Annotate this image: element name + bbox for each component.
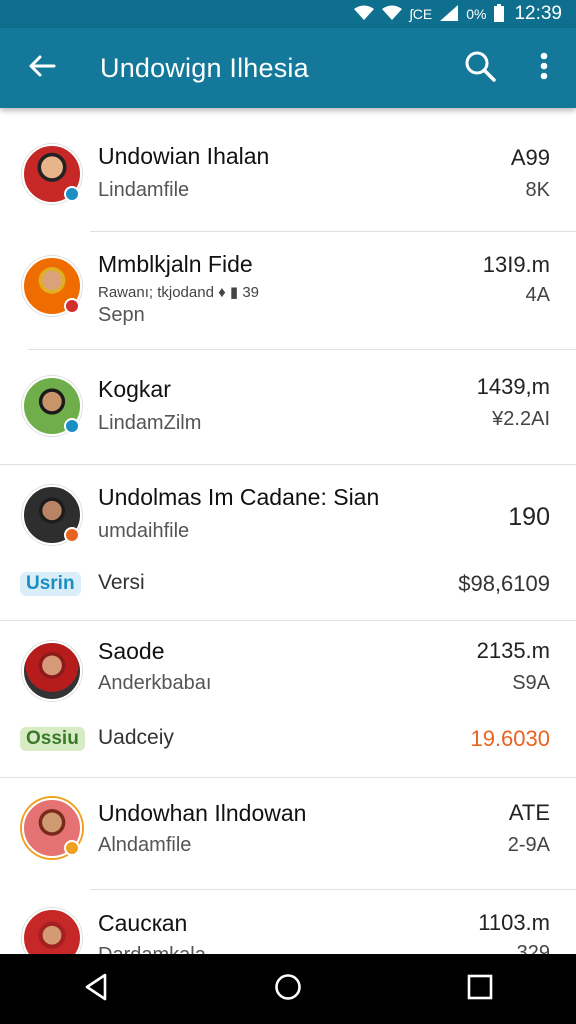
- contact-value-secondary: ¥2.2AI: [492, 408, 550, 430]
- contact-subtitle: Dardamkala: [98, 944, 206, 954]
- more-options-button[interactable]: [512, 28, 576, 108]
- battery-icon: [494, 3, 505, 25]
- contact-value-secondary: S9A: [512, 672, 550, 694]
- page-title: Undowign Ilhesia: [100, 52, 309, 83]
- contact-list: Undowian Ihalan Lindamfile A99 8K Mmblkj…: [0, 108, 576, 954]
- nav-home-button[interactable]: [248, 954, 328, 1024]
- status-badge: Usrin: [20, 572, 81, 596]
- nav-home-icon: [274, 973, 302, 1006]
- status-badge: Ossiu: [20, 727, 85, 751]
- badge-label: Versi: [98, 571, 145, 594]
- contact-name: Undolmas Im Cadane: Sian: [98, 484, 380, 510]
- avatar: [22, 908, 82, 954]
- arrow-left-icon: [28, 54, 56, 83]
- navigation-bar: [0, 954, 576, 1024]
- contact-value-secondary: 4A: [525, 284, 550, 306]
- wifi-icon: [353, 5, 374, 24]
- signal-text: ʃCE: [409, 6, 433, 22]
- contact-value: A99: [510, 145, 550, 170]
- search-button[interactable]: [448, 28, 512, 108]
- list-item[interactable]: Mmblkjaln Fide Rawanı; tkjodand ♦ ▮ 39 S…: [0, 232, 576, 350]
- avatar: [22, 798, 82, 858]
- status-dot: [64, 186, 80, 202]
- avatar: [22, 485, 82, 545]
- contact-value: 1103.m: [478, 910, 550, 935]
- contact-name: Kogkar: [98, 376, 171, 402]
- badge-value: $98,6109: [458, 571, 550, 596]
- status-dot: [64, 298, 80, 314]
- contact-value: 1439,m: [476, 374, 550, 399]
- app-bar: Undowign Ilhesia: [0, 28, 576, 108]
- contact-subtitle: Lindamfile: [98, 179, 190, 201]
- contact-name: Undowhan Ilndowan: [98, 800, 307, 826]
- contact-name: Mmblkjaln Fide: [98, 251, 253, 277]
- status-bar: ʃCE 0% 12:39: [0, 0, 576, 28]
- list-item[interactable]: Undowian Ihalan Lindamfile A99 8K: [0, 108, 576, 232]
- contact-subtitle: Anderkbabaı: [98, 672, 212, 694]
- search-icon: [464, 50, 496, 87]
- list-item[interactable]: Caucкan Dardamkala 1103.m 329: [0, 890, 576, 954]
- contact-subtitle: Alndamfile: [98, 834, 192, 856]
- list-item[interactable]: Undowhan Ilndowan Alndamfile ATE 2-9A: [0, 778, 576, 890]
- contact-value-secondary: 8K: [525, 179, 550, 201]
- contact-subtitle: umdaihfile: [98, 520, 190, 542]
- list-item[interactable]: Saode Anderkbabaı 2135.m S9A Ossiu Uadce…: [0, 621, 576, 778]
- contact-value-secondary: 2-9A: [507, 834, 550, 856]
- list-item[interactable]: Kogkar LindamZilm 1439,m ¥2.2AI: [0, 350, 576, 465]
- badge-value: 19.6030: [470, 726, 550, 751]
- back-button[interactable]: [0, 28, 84, 108]
- status-dot: [64, 527, 80, 543]
- avatar: [22, 256, 82, 316]
- badge-label: Uadceiy: [98, 726, 174, 749]
- contact-value: 190: [508, 503, 550, 531]
- status-dot: [64, 418, 80, 434]
- contact-value-secondary: 329: [516, 942, 550, 954]
- avatar: [22, 144, 82, 204]
- contact-value: 13I9.m: [482, 252, 550, 277]
- contact-subtitle: Sepn: [98, 304, 145, 326]
- nav-back-icon: [83, 973, 109, 1006]
- more-vert-icon: [540, 52, 548, 85]
- nav-recents-button[interactable]: [440, 954, 520, 1024]
- nav-recents-icon: [467, 974, 493, 1005]
- avatar: [22, 376, 82, 436]
- list-item[interactable]: Undolmas Im Cadane: Sian umdaihfile 190 …: [0, 465, 576, 621]
- clock: 12:39: [514, 3, 562, 24]
- signal-icon: [440, 4, 459, 24]
- contact-value: 2135.m: [476, 638, 550, 663]
- battery-text: 0%: [466, 6, 487, 22]
- contact-detail: Rawanı; tkjodand ♦ ▮ 39: [98, 284, 260, 301]
- contact-name: Undowian Ihalan: [98, 143, 270, 169]
- wifi-icon: [381, 5, 402, 24]
- status-dot: [64, 840, 80, 856]
- contact-name: Caucкan: [98, 910, 188, 936]
- avatar: [22, 641, 82, 701]
- contact-subtitle: LindamZilm: [98, 412, 202, 434]
- nav-back-button[interactable]: [56, 954, 136, 1024]
- contact-value: ATE: [508, 800, 550, 825]
- contact-name: Saode: [98, 638, 165, 664]
